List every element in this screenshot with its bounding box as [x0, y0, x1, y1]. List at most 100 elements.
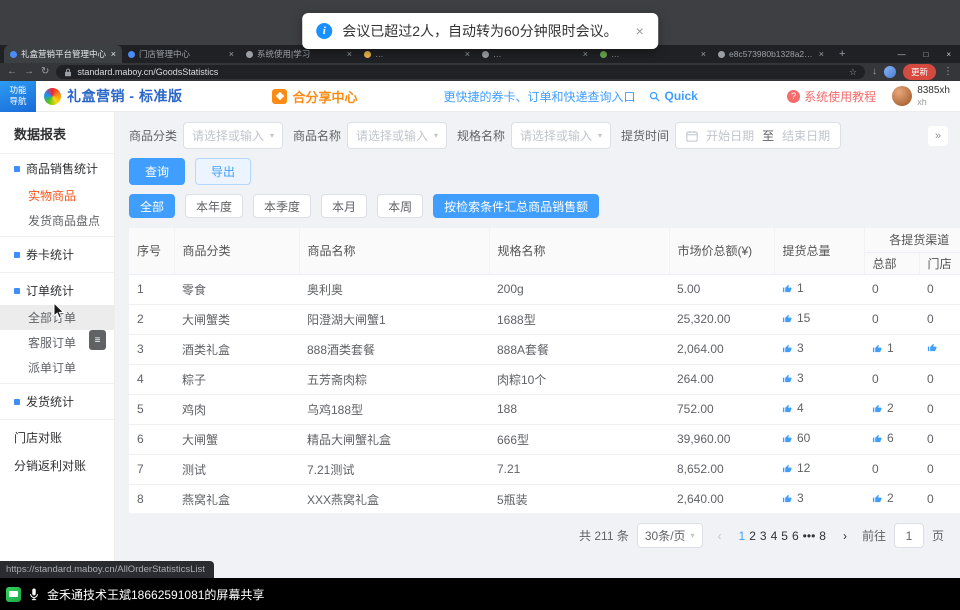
cell-total[interactable]: 12 — [774, 454, 864, 484]
spec-select[interactable]: 请选择或输入 ▾ — [511, 122, 611, 149]
quick-filter-button[interactable]: 本季度 — [253, 194, 311, 218]
cell-hq: 0 — [864, 274, 919, 304]
cell-store[interactable] — [919, 334, 960, 364]
time-label: 提货时间 — [621, 127, 669, 144]
search-button[interactable]: 查询 — [129, 158, 185, 185]
sidebar-item[interactable]: 实物商品 — [0, 183, 114, 208]
sidebar-item[interactable]: 发货商品盘点 — [0, 208, 114, 233]
browser-tab[interactable]: e8c573980b1328a258fd2e6l…× — [712, 45, 830, 63]
info-icon: i — [316, 23, 332, 39]
spec-label: 规格名称 — [457, 127, 505, 144]
page-button[interactable]: 8 — [819, 529, 826, 543]
page-button[interactable]: 4 — [771, 529, 778, 543]
forward-icon[interactable]: → — [24, 67, 34, 77]
cell-hq[interactable]: 2 — [864, 394, 919, 424]
user-profile[interactable]: 8385xh xh — [892, 85, 950, 107]
name-select[interactable]: 请选择或输入 ▾ — [347, 122, 447, 149]
new-tab-button[interactable]: + — [830, 45, 854, 63]
minimize-button[interactable]: — — [888, 50, 914, 59]
cell-total[interactable]: 1 — [774, 274, 864, 304]
tutorial-link[interactable]: ? 系统使用教程 — [787, 88, 876, 105]
quick-search[interactable]: Quick — [649, 89, 697, 103]
cell-hq[interactable]: 1 — [864, 334, 919, 364]
cell-total[interactable]: 3 — [774, 364, 864, 394]
cell-total[interactable]: 60 — [774, 424, 864, 454]
update-button[interactable]: 更新 — [903, 64, 936, 80]
reload-icon[interactable]: ↻ — [41, 67, 49, 77]
count-value: 0 — [927, 312, 934, 326]
sidebar-item[interactable]: 订单统计 — [0, 276, 114, 305]
sidebar-item[interactable]: 发货统计 — [0, 387, 114, 416]
tab-close-icon[interactable]: × — [347, 49, 352, 59]
close-window-button[interactable]: × — [937, 50, 960, 59]
page-button[interactable]: 3 — [760, 529, 767, 543]
tab-close-icon[interactable]: × — [229, 49, 234, 59]
page-button[interactable]: 5 — [781, 529, 788, 543]
sidebar-item-label: 商品销售统计 — [26, 160, 98, 177]
browser-profile-avatar[interactable] — [884, 66, 896, 78]
quick-filter-button[interactable]: 本年度 — [185, 194, 243, 218]
summary-button[interactable]: 按检索条件汇总商品销售额 — [433, 194, 599, 218]
brand-title: 礼盒营销 - 标准版 — [67, 86, 182, 106]
count-value: 2 — [872, 401, 894, 415]
cell-spec: 7.21 — [489, 454, 669, 484]
share-center-link[interactable]: 合分享中心 — [272, 87, 357, 106]
sidebar-item[interactable]: 门店对账 — [0, 423, 114, 451]
browser-tab[interactable]: 礼盒营销平台管理中心× — [4, 45, 122, 63]
next-page-button[interactable]: › — [836, 529, 854, 543]
page-button[interactable]: 2 — [749, 529, 756, 543]
cell-total[interactable]: 3 — [774, 334, 864, 364]
cell-total[interactable]: 3 — [774, 484, 864, 513]
page-button[interactable]: 1 — [739, 529, 746, 543]
cell-hq[interactable]: 2 — [864, 484, 919, 513]
tab-close-icon[interactable]: × — [819, 49, 824, 59]
page-button[interactable]: 6 — [792, 529, 799, 543]
cell-total[interactable]: 15 — [774, 304, 864, 334]
prev-page-button[interactable]: ‹ — [711, 529, 729, 543]
cell-hq[interactable]: 6 — [864, 424, 919, 454]
sidebar-collapse-handle[interactable]: ≡ — [89, 330, 106, 350]
page-size-select[interactable]: 30条/页 ▾ — [637, 523, 703, 548]
pickup-date-range[interactable]: 开始日期 至 结束日期 — [675, 122, 841, 149]
quick-entry-tip[interactable]: 更快捷的券卡、订单和快递查询入口 — [443, 88, 635, 105]
toast-close-icon[interactable]: × — [636, 23, 644, 39]
sidebar-item[interactable]: 派单订单 — [0, 355, 114, 380]
tab-favicon — [128, 51, 135, 58]
col-amount: 市场价总额(¥) — [669, 228, 774, 274]
back-icon[interactable]: ← — [7, 67, 17, 77]
sidebar-item-label: 券卡统计 — [26, 246, 74, 263]
count-value: 0 — [927, 492, 934, 506]
cell-store: 0 — [919, 424, 960, 454]
count-value: 0 — [872, 372, 879, 386]
cell-total[interactable]: 4 — [774, 394, 864, 424]
tab-close-icon[interactable]: × — [111, 49, 116, 59]
export-button[interactable]: 导出 — [195, 158, 251, 185]
sidebar-item[interactable]: 商品销售统计 — [0, 154, 114, 183]
count-value: 3 — [782, 341, 804, 355]
brand: 礼盒营销 - 标准版 — [44, 86, 182, 106]
browser-tab[interactable]: 门店管理中心× — [122, 45, 240, 63]
cell-amount: 264.00 — [669, 364, 774, 394]
function-nav-toggle[interactable]: 功能 导航 — [0, 81, 36, 112]
col-no: 序号 — [129, 228, 174, 274]
sidebar-item[interactable]: 券卡统计 — [0, 240, 114, 269]
bookmark-star-icon[interactable]: ☆ — [849, 67, 857, 78]
tab-close-icon[interactable]: × — [701, 49, 706, 59]
expand-filters-button[interactable]: » — [928, 126, 948, 146]
cell-hq: 0 — [864, 364, 919, 394]
tab-close-icon[interactable]: × — [465, 49, 470, 59]
sidebar-item[interactable]: 分销返利对账 — [0, 451, 114, 479]
jump-page-input[interactable]: 1 — [894, 523, 924, 548]
download-icon[interactable]: ↓ — [872, 67, 877, 77]
tab-close-icon[interactable]: × — [583, 49, 588, 59]
menu-dots-icon[interactable]: ⋮ — [943, 67, 953, 77]
mouse-cursor — [53, 302, 66, 320]
cell-spec: 肉粽10个 — [489, 364, 669, 394]
maximize-button[interactable]: □ — [914, 50, 937, 59]
quick-filter-button[interactable]: 本月 — [321, 194, 367, 218]
quick-filter-button[interactable]: 全部 — [129, 194, 175, 218]
address-bar[interactable]: standard.maboy.cn/GoodsStatistics ☆ — [56, 65, 865, 79]
page-ellipsis[interactable]: ••• — [803, 529, 816, 543]
quick-filter-button[interactable]: 本周 — [377, 194, 423, 218]
category-select[interactable]: 请选择或输入 ▾ — [183, 122, 283, 149]
